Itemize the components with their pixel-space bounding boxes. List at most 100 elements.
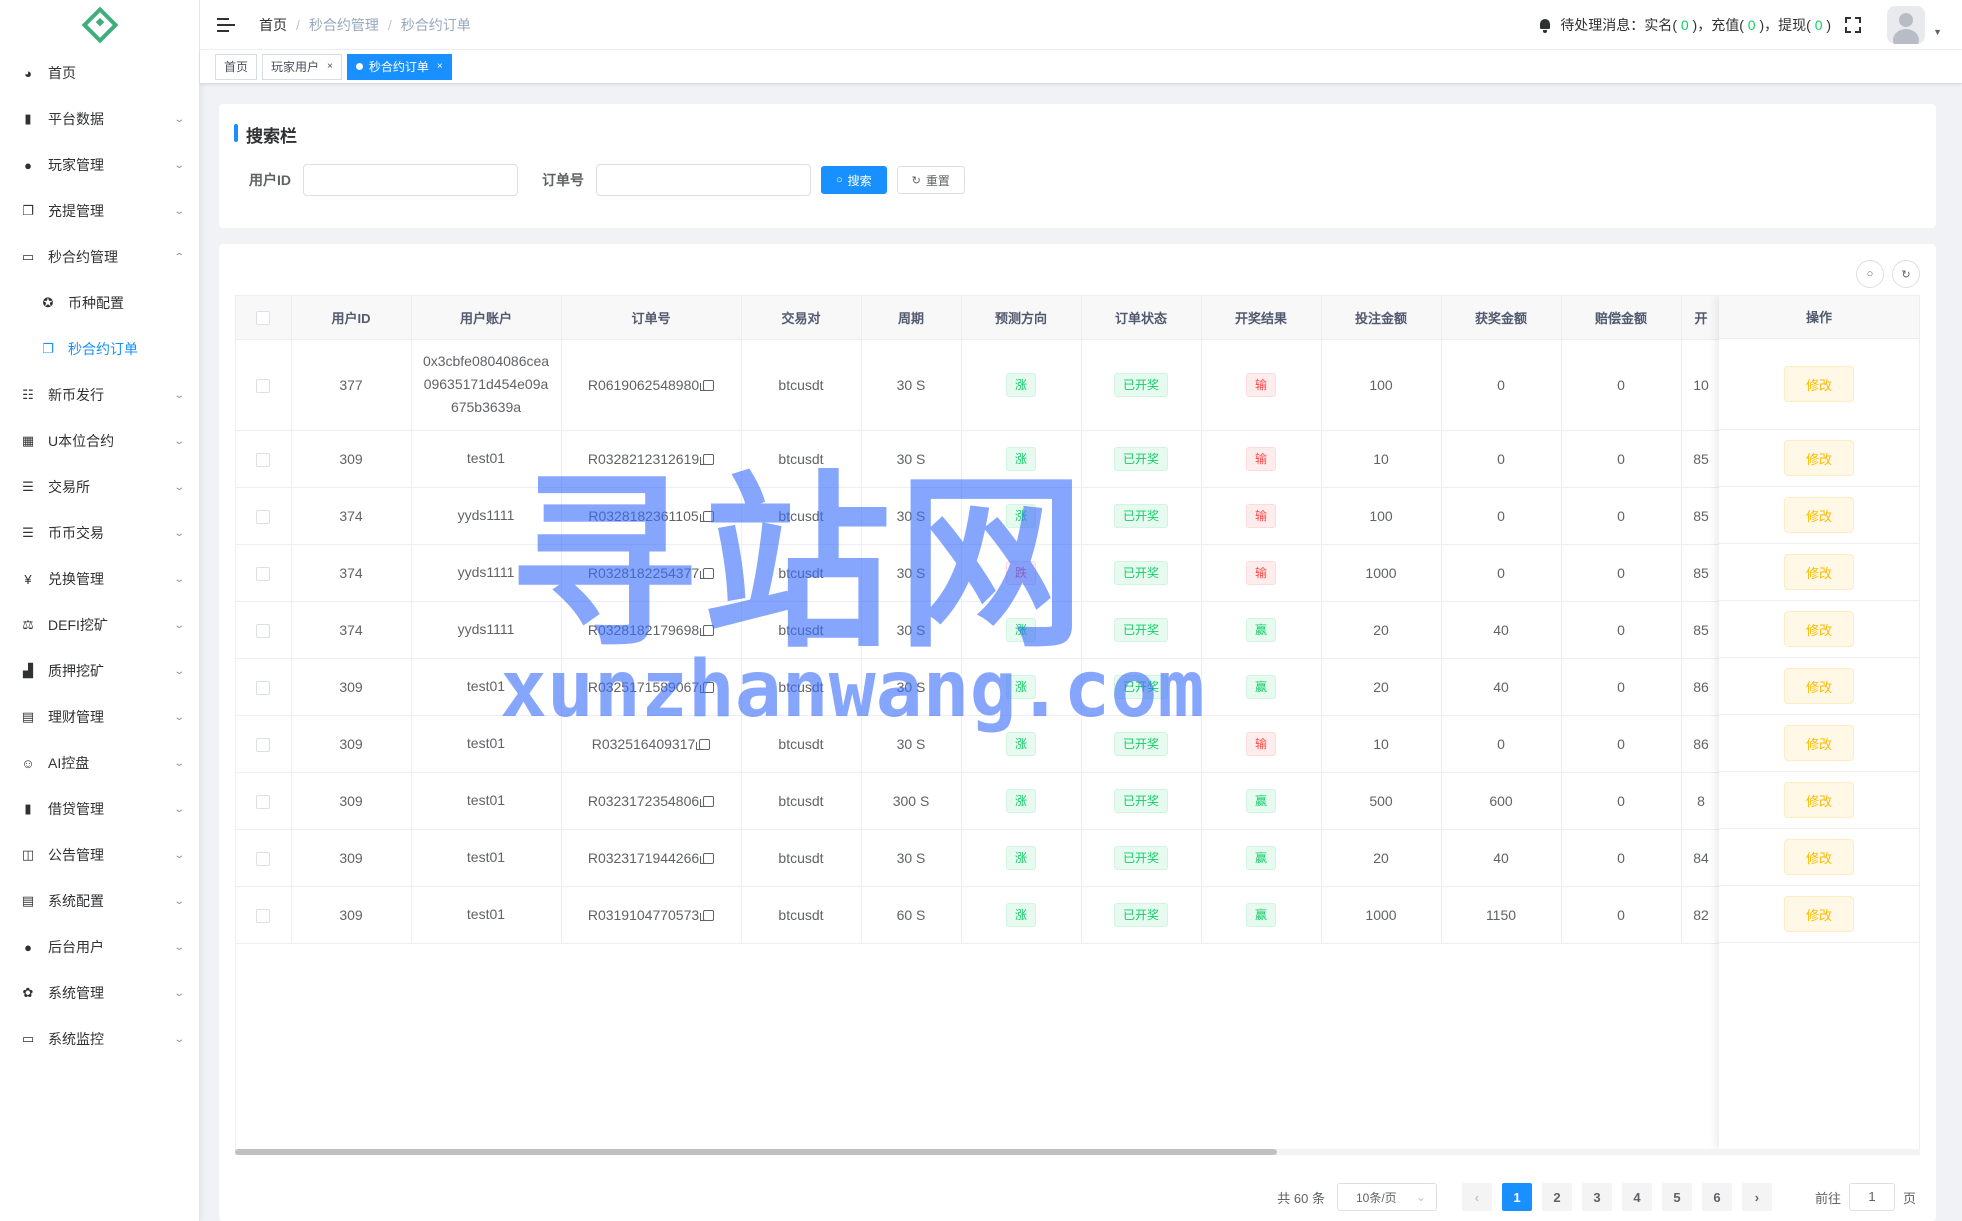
cell-account: test01: [411, 658, 562, 716]
page-4-button[interactable]: 4: [1621, 1183, 1652, 1211]
edit-button[interactable]: 修改: [1784, 896, 1854, 932]
user-id-input[interactable]: [303, 164, 518, 196]
cell-pair: btcusdt: [741, 658, 862, 716]
sidebar-item[interactable]: ⚖ DEFI挖矿 ⌄: [0, 602, 199, 648]
row-checkbox[interactable]: [256, 566, 271, 581]
next-page-button[interactable]: ›: [1741, 1183, 1772, 1211]
edit-button[interactable]: 修改: [1784, 366, 1854, 402]
tag-item[interactable]: 首页: [215, 53, 258, 80]
avatar[interactable]: [1887, 6, 1926, 44]
cell-account: yyds1111: [411, 487, 562, 545]
page-5-button[interactable]: 5: [1661, 1183, 1692, 1211]
fullscreen-icon[interactable]: [1845, 17, 1862, 33]
sidebar-item[interactable]: ● 玩家管理 ⌄: [0, 142, 199, 188]
bell-icon[interactable]: [1538, 18, 1552, 33]
sidebar-item[interactable]: ● 后台用户 ⌄: [0, 924, 199, 970]
refresh-icon[interactable]: ↻: [1892, 260, 1920, 288]
copy-icon[interactable]: [700, 567, 715, 579]
row-checkbox[interactable]: [256, 378, 271, 393]
navbar-right: 待处理消息： 实名( 0 )， 充值( 0 )， 提现( 0 ) ▼: [1538, 0, 1942, 50]
row-checkbox[interactable]: [256, 509, 271, 524]
sidebar-menu: ◕ 首页 ▮ 平台数据 ⌄ ● 玩家管理 ⌄ ❐ 充提管理 ⌄ ▭ 秒合约管理 ⌃ ✪ 币种配置 ❐ 秒合约订单 ☷…: [0, 50, 199, 1062]
edit-button[interactable]: 修改: [1784, 725, 1854, 761]
sidebar-item[interactable]: ✿ 系统管理 ⌄: [0, 970, 199, 1016]
sidebar-item[interactable]: ☷ 新币发行 ⌄: [0, 372, 199, 418]
edit-button[interactable]: 修改: [1784, 497, 1854, 533]
edit-button[interactable]: 修改: [1784, 668, 1854, 704]
row-checkbox[interactable]: [256, 452, 271, 467]
order-no-input[interactable]: [596, 164, 811, 196]
tag-active[interactable]: 秒合约订单 ×: [346, 53, 452, 80]
row-checkbox[interactable]: [256, 908, 271, 923]
cell-account: test01: [411, 715, 562, 773]
sidebar-item[interactable]: ▮ 平台数据 ⌄: [0, 96, 199, 142]
sidebar-item[interactable]: ✪ 币种配置: [0, 280, 199, 326]
page-1-button[interactable]: 1: [1501, 1183, 1532, 1211]
page-6-button[interactable]: 6: [1701, 1183, 1732, 1211]
copy-icon[interactable]: [700, 909, 715, 921]
edit-button[interactable]: 修改: [1784, 611, 1854, 647]
open-book-icon: ◫: [21, 847, 35, 862]
toggle-search-icon[interactable]: ○: [1856, 260, 1884, 288]
select-all-checkbox[interactable]: [256, 311, 271, 326]
close-icon[interactable]: ×: [437, 55, 443, 79]
copy-icon[interactable]: [700, 795, 715, 807]
copy-icon[interactable]: [700, 624, 715, 636]
horizontal-scrollbar[interactable]: [235, 1149, 1920, 1155]
breadcrumb-home[interactable]: 首页: [259, 15, 287, 35]
cell-result: 输: [1201, 430, 1322, 488]
close-icon[interactable]: ×: [327, 55, 333, 79]
pending-recharge[interactable]: 充值( 0 )，: [1711, 15, 1778, 35]
sidebar-item[interactable]: ▦ U本位合约 ⌄: [0, 418, 199, 464]
cell-direction: 涨: [961, 715, 1082, 773]
cell-win-amount: 40: [1441, 601, 1562, 659]
edit-button[interactable]: 修改: [1784, 554, 1854, 590]
breadcrumb-separator: /: [296, 16, 300, 33]
sidebar-item[interactable]: ◕ 首页: [0, 50, 199, 96]
sidebar-item[interactable]: ◫ 公告管理 ⌄: [0, 832, 199, 878]
row-checkbox[interactable]: [256, 623, 271, 638]
caret-down-icon[interactable]: ▼: [1933, 27, 1942, 37]
edit-button[interactable]: 修改: [1784, 839, 1854, 875]
copy-icon[interactable]: [700, 379, 715, 391]
copy-icon[interactable]: [700, 453, 715, 465]
sidebar-item-label: AI控盘: [48, 755, 90, 771]
page-2-button[interactable]: 2: [1541, 1183, 1572, 1211]
sidebar-item[interactable]: ▤ 系统配置 ⌄: [0, 878, 199, 924]
edit-button[interactable]: 修改: [1784, 782, 1854, 818]
list-icon: ☷: [22, 387, 34, 402]
sidebar-item[interactable]: ▤ 理财管理 ⌄: [0, 694, 199, 740]
sidebar-item[interactable]: ☰ 币币交易 ⌄: [0, 510, 199, 556]
copy-icon[interactable]: [696, 738, 711, 750]
row-checkbox[interactable]: [256, 680, 271, 695]
logo[interactable]: [0, 0, 199, 50]
copy-icon[interactable]: [699, 510, 714, 522]
row-checkbox[interactable]: [256, 794, 271, 809]
sidebar-item[interactable]: ☰ 交易所 ⌄: [0, 464, 199, 510]
row-checkbox[interactable]: [256, 737, 271, 752]
tag-item[interactable]: 玩家用户 ×: [262, 53, 342, 80]
sidebar-item[interactable]: ☺ AI控盘 ⌄: [0, 740, 199, 786]
sidebar-item[interactable]: ❐ 秒合约订单: [0, 326, 199, 372]
copy-icon[interactable]: [700, 681, 715, 693]
pending-withdraw[interactable]: 提现( 0 ): [1778, 15, 1831, 35]
page-3-button[interactable]: 3: [1581, 1183, 1612, 1211]
hamburger-icon[interactable]: [217, 17, 235, 32]
page-size-select[interactable]: 10条/页 ⌄: [1336, 1183, 1437, 1211]
sidebar-item[interactable]: ¥ 兑换管理 ⌄: [0, 556, 199, 602]
sidebar-item[interactable]: ▭ 系统监控 ⌄: [0, 1016, 199, 1062]
row-checkbox[interactable]: [256, 851, 271, 866]
sidebar-item[interactable]: ▟ 质押挖矿 ⌄: [0, 648, 199, 694]
edit-button[interactable]: 修改: [1784, 440, 1854, 476]
sidebar-item[interactable]: ❐ 充提管理 ⌄: [0, 188, 199, 234]
sidebar-item[interactable]: ▭ 秒合约管理 ⌃: [0, 234, 199, 280]
prev-page-button[interactable]: ‹: [1461, 1183, 1492, 1211]
goto-page-input[interactable]: 1: [1848, 1183, 1895, 1211]
sidebar-item[interactable]: ▮ 借贷管理 ⌄: [0, 786, 199, 832]
goto-label: 前往: [1814, 1190, 1841, 1206]
cell-comp-amount: 0: [1561, 772, 1682, 830]
pending-realname[interactable]: 实名( 0 )，: [1644, 15, 1711, 35]
copy-icon[interactable]: [700, 852, 715, 864]
reset-button[interactable]: ↻ 重置: [896, 166, 965, 194]
search-button[interactable]: ○ 搜索: [821, 166, 887, 194]
